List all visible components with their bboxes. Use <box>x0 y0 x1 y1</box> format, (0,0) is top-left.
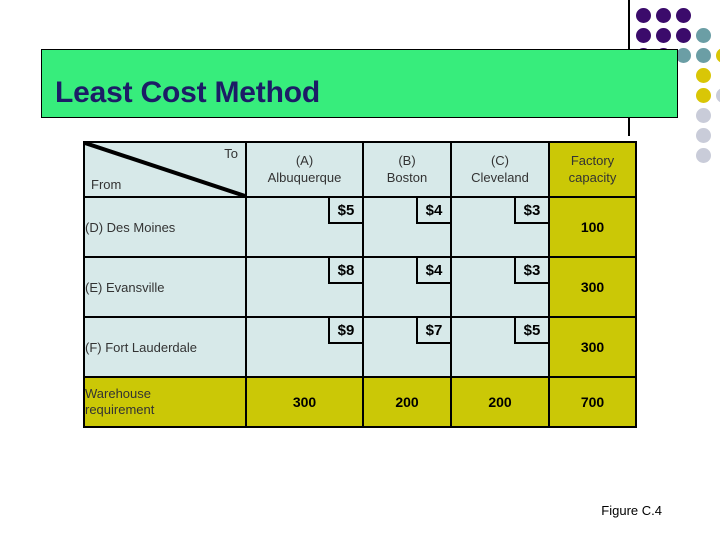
table-row: (E) Evansville $8 $4 $3 300 <box>83 256 637 318</box>
decor-dot-4 <box>656 28 671 43</box>
decor-dot-11 <box>716 48 720 63</box>
figure-caption: Figure C.4 <box>601 503 662 518</box>
decor-dot-2 <box>676 8 691 23</box>
warehouse-requirement-label-line1: Warehouse <box>85 385 151 401</box>
warehouse-requirement-row: Warehouse requirement 300 200 200 700 <box>83 376 637 428</box>
capacity-value-d: 100 <box>548 196 637 258</box>
requirement-value-a: 300 <box>245 376 364 428</box>
cost-cell-e-c[interactable]: $3 <box>450 256 550 318</box>
destination-header-b: (B) Boston <box>362 141 452 198</box>
requirement-total: 700 <box>548 376 637 428</box>
table-row: (F) Fort Lauderdale $9 $7 $5 300 <box>83 316 637 378</box>
cost-value-d-c: $3 <box>514 198 548 224</box>
cost-value-e-b: $4 <box>416 258 450 284</box>
factory-capacity-header: Factory capacity <box>548 141 637 198</box>
decor-dot-17 <box>696 148 711 163</box>
decor-dot-9 <box>676 48 691 63</box>
table-header-row: To From (A) Albuquerque (B) Boston (C) C… <box>83 141 637 198</box>
cost-cell-f-b[interactable]: $7 <box>362 316 452 378</box>
decor-dot-13 <box>696 88 711 103</box>
cost-value-d-a: $5 <box>328 198 362 224</box>
destination-code-c: (C) <box>490 153 510 169</box>
decor-dot-1 <box>656 8 671 23</box>
corner-header-cell: To From <box>83 141 247 198</box>
destination-header-a: (A) Albuquerque <box>245 141 364 198</box>
cost-value-d-b: $4 <box>416 198 450 224</box>
cost-value-e-a: $8 <box>328 258 362 284</box>
requirement-value-b: 200 <box>362 376 452 428</box>
corner-from-label: From <box>91 177 122 192</box>
warehouse-requirement-label: Warehouse requirement <box>83 376 247 428</box>
transportation-cost-table: To From (A) Albuquerque (B) Boston (C) C… <box>83 141 637 428</box>
source-label-d: (D) Des Moines <box>83 196 247 258</box>
destination-code-a: (A) <box>295 153 314 169</box>
decor-dot-5 <box>676 28 691 43</box>
decor-dot-16 <box>696 128 711 143</box>
cost-cell-e-b[interactable]: $4 <box>362 256 452 318</box>
decor-dot-6 <box>696 28 711 43</box>
cost-value-f-c: $5 <box>514 318 548 344</box>
destination-name-b: Boston <box>386 169 428 185</box>
capacity-value-f: 300 <box>548 316 637 378</box>
cost-value-f-a: $9 <box>328 318 362 344</box>
warehouse-requirement-label-line2: requirement <box>85 402 155 417</box>
decor-dot-12 <box>696 68 711 83</box>
decor-dot-3 <box>636 28 651 43</box>
requirement-value-c: 200 <box>450 376 550 428</box>
destination-name-c: Cleveland <box>471 169 529 185</box>
cost-value-f-b: $7 <box>416 318 450 344</box>
destination-name-a: Albuquerque <box>267 169 342 185</box>
page-title: Least Cost Method <box>55 76 320 109</box>
cost-cell-f-c[interactable]: $5 <box>450 316 550 378</box>
corner-to-label: To <box>224 146 238 161</box>
table-row: (D) Des Moines $5 $4 $3 100 <box>83 196 637 258</box>
decor-dot-10 <box>696 48 711 63</box>
source-label-f: (F) Fort Lauderdale <box>83 316 247 378</box>
cost-cell-d-c[interactable]: $3 <box>450 196 550 258</box>
decor-dot-0 <box>636 8 651 23</box>
cost-cell-d-a[interactable]: $5 <box>245 196 364 258</box>
cost-cell-e-a[interactable]: $8 <box>245 256 364 318</box>
capacity-value-e: 300 <box>548 256 637 318</box>
factory-capacity-header-line1: Factory <box>570 153 615 169</box>
cost-cell-d-b[interactable]: $4 <box>362 196 452 258</box>
decor-dot-14 <box>716 88 720 103</box>
cost-cell-f-a[interactable]: $9 <box>245 316 364 378</box>
source-label-e: (E) Evansville <box>83 256 247 318</box>
title-banner: Least Cost Method <box>41 49 678 118</box>
cost-value-e-c: $3 <box>514 258 548 284</box>
destination-code-b: (B) <box>398 153 416 169</box>
decor-dot-15 <box>696 108 711 123</box>
destination-header-c: (C) Cleveland <box>450 141 550 198</box>
factory-capacity-header-line2: capacity <box>568 169 617 185</box>
